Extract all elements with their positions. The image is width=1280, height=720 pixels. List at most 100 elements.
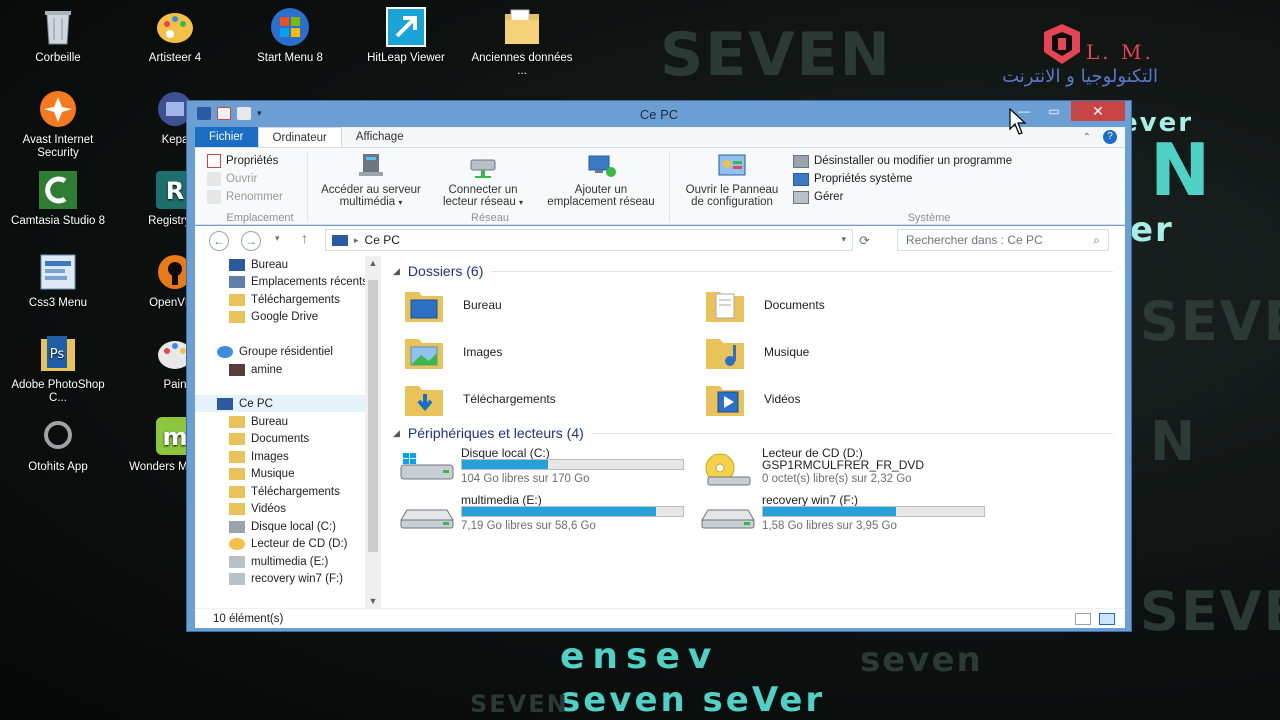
collapse-ribbon-icon[interactable]: ⌃ xyxy=(1083,132,1091,143)
map-network-drive-button[interactable]: Connecter un lecteur réseau ▾ xyxy=(433,152,533,209)
nav-item-this-pc[interactable]: Ce PC xyxy=(195,395,365,412)
drive-item-f[interactable]: recovery win7 (F:) 1,58 Go libres sur 3,… xyxy=(700,494,1000,538)
maximize-button[interactable]: ▭ xyxy=(1039,101,1069,121)
map-drive-label-2: lecteur réseau xyxy=(442,196,516,208)
drive-usage-bar xyxy=(461,459,684,470)
brand-letters: L. M. xyxy=(1086,40,1154,64)
scroll-down-icon[interactable]: ▼ xyxy=(365,596,381,606)
nav-item-music[interactable]: Musique xyxy=(229,465,381,482)
breadcrumb-ce-pc[interactable]: Ce PC xyxy=(365,233,400,247)
control-panel-label-2: de configuration xyxy=(691,196,773,208)
desktop-icon-start-menu[interactable]: Start Menu 8 xyxy=(237,6,343,65)
nav-item-videos[interactable]: Vidéos xyxy=(229,500,381,517)
dropdown-icon: ▾ xyxy=(519,198,524,207)
desktop-icon-recycle-bin[interactable]: Corbeille xyxy=(5,6,111,65)
nav-item-google-drive[interactable]: Google Drive xyxy=(229,308,381,325)
desktop-icon-css3-menu[interactable]: Css3 Menu xyxy=(5,251,111,310)
open-button[interactable]: Ouvrir xyxy=(207,170,283,188)
nav-item-recent[interactable]: Emplacements récents xyxy=(229,273,381,290)
address-bar[interactable]: ▸ Ce PC ▾ xyxy=(325,229,853,251)
up-arrow-icon: ↑ xyxy=(301,230,308,246)
tab-view[interactable]: Affichage xyxy=(342,127,418,147)
bg-seven-text: SEVEN xyxy=(660,20,892,90)
media-server-icon xyxy=(355,152,387,180)
desktop-icon-otohits[interactable]: Otohits App xyxy=(5,415,111,474)
properties-button[interactable]: Propriétés xyxy=(207,152,283,170)
desktop-icon-photoshop[interactable]: Ps Adobe PhotoShop C... xyxy=(5,333,111,405)
address-dropdown-icon[interactable]: ▾ xyxy=(841,234,846,245)
nav-item-drive-e[interactable]: multimedia (E:) xyxy=(229,553,381,570)
manage-button[interactable]: Gérer xyxy=(793,188,1012,206)
tab-file[interactable]: Fichier xyxy=(195,127,258,147)
nav-item-drive-f[interactable]: recovery win7 (F:) xyxy=(229,570,381,587)
drive-item-e[interactable]: multimedia (E:) 7,19 Go libres sur 58,6 … xyxy=(399,494,699,538)
bg-er-text: er xyxy=(1130,210,1174,250)
help-icon[interactable]: ? xyxy=(1103,130,1117,144)
desktop-icon-label: Adobe PhotoShop C... xyxy=(11,379,105,404)
nav-item-downloads[interactable]: Téléchargements xyxy=(229,291,381,308)
folder-item[interactable]: Bureau xyxy=(403,284,502,326)
nav-item-bureau[interactable]: Bureau xyxy=(229,256,381,273)
videos-folder-icon xyxy=(704,380,746,418)
nav-item-pc-downloads[interactable]: Téléchargements xyxy=(229,483,381,500)
nav-item-label: Bureau xyxy=(251,415,289,428)
folder-item[interactable]: Images xyxy=(403,331,502,373)
nav-scrollbar[interactable]: ▲ ▼ xyxy=(365,256,381,608)
folder-item[interactable]: Musique xyxy=(704,331,809,373)
main-pane: ◢ Dossiers (6) Bureau Documents Images M… xyxy=(391,256,1115,608)
scroll-up-icon[interactable]: ▲ xyxy=(365,258,381,268)
rename-button[interactable]: Renommer xyxy=(207,188,283,206)
devices-section-header[interactable]: ◢ Périphériques et lecteurs (4) xyxy=(393,423,1113,443)
group-label-system: Système xyxy=(907,212,951,224)
drive-item-d[interactable]: Lecteur de CD (D:) GSP1RMCULFRER_FR_DVD 0… xyxy=(700,447,1000,491)
search-input[interactable]: Rechercher dans : Ce PC ⌕ xyxy=(897,229,1109,251)
nav-item-label: multimedia (E:) xyxy=(251,555,329,568)
nav-item-label: Vidéos xyxy=(251,502,286,515)
nav-item-label: recovery win7 (F:) xyxy=(251,572,344,585)
dropdown-icon: ▾ xyxy=(398,198,403,207)
nav-item-amine[interactable]: amine xyxy=(229,361,381,378)
recent-locations-button[interactable]: ▾ xyxy=(275,233,280,244)
folder-name: Vidéos xyxy=(764,392,801,406)
details-view-icon[interactable] xyxy=(1075,613,1091,625)
folder-item[interactable]: Vidéos xyxy=(704,378,800,420)
nav-item-drive-d[interactable]: Lecteur de CD (D:) xyxy=(229,535,381,552)
svg-text:R: R xyxy=(166,177,184,205)
scroll-thumb[interactable] xyxy=(368,280,378,552)
nav-item-images[interactable]: Images xyxy=(229,448,381,465)
nav-item-homegroup[interactable]: Groupe résidentiel xyxy=(217,343,381,360)
add-network-location-button[interactable]: Ajouter un emplacement réseau xyxy=(537,152,665,208)
control-panel-label-1: Ouvrir le Panneau xyxy=(685,184,779,196)
desktop-icon-camtasia[interactable]: Camtasia Studio 8 xyxy=(5,169,111,228)
forward-button[interactable]: → xyxy=(241,231,261,251)
desktop-icon-label: Camtasia Studio 8 xyxy=(11,215,105,227)
desktop-icon-hitleap[interactable]: HitLeap Viewer xyxy=(353,6,459,65)
refresh-button[interactable]: ⟳ xyxy=(859,233,870,249)
desktop-icon-artisteer[interactable]: Artisteer 4 xyxy=(122,6,228,65)
folders-section-header[interactable]: ◢ Dossiers (6) xyxy=(393,261,1113,281)
downloads-icon xyxy=(229,293,245,306)
media-server-button[interactable]: Accéder au serveur multimédia ▾ xyxy=(311,152,431,209)
nav-item-documents[interactable]: Documents xyxy=(229,430,381,447)
hard-drive-icon xyxy=(399,500,455,530)
navigation-pane: Bureau Emplacements récents Téléchargeme… xyxy=(195,256,381,608)
close-button[interactable]: ✕ xyxy=(1071,101,1125,121)
uninstall-program-button[interactable]: Désinstaller ou modifier un programme xyxy=(793,152,1012,170)
back-button[interactable]: ← xyxy=(209,231,229,251)
tab-computer[interactable]: Ordinateur xyxy=(257,127,342,147)
title-bar[interactable]: ▾ Ce PC — ▭ ✕ xyxy=(187,101,1131,126)
folder-item[interactable]: Documents xyxy=(704,284,825,326)
folder-icon xyxy=(229,485,245,498)
drive-item-c[interactable]: Disque local (C:) 104 Go libres sur 170 … xyxy=(399,447,699,491)
folder-item[interactable]: Téléchargements xyxy=(403,378,556,420)
control-panel-button[interactable]: Ouvrir le Panneau de configuration xyxy=(673,152,791,208)
up-button[interactable]: ↑ xyxy=(301,230,308,246)
images-folder-icon xyxy=(403,333,445,371)
large-icons-view-icon[interactable] xyxy=(1099,613,1115,625)
desktop-icon-anciennes[interactable]: Anciennes données ... xyxy=(469,6,575,78)
system-properties-button[interactable]: Propriétés système xyxy=(793,170,1012,188)
rename-label: Renommer xyxy=(226,191,283,203)
desktop-icon-avast[interactable]: Avast Internet Security xyxy=(5,88,111,160)
nav-item-drive-c[interactable]: Disque local (C:) xyxy=(229,518,381,535)
nav-item-pc-bureau[interactable]: Bureau xyxy=(229,413,381,430)
